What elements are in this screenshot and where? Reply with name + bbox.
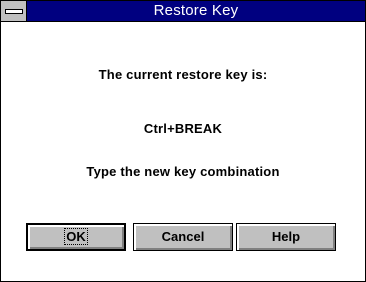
cancel-button-label: Cancel xyxy=(161,229,205,244)
instruction-text: Type the new key combination xyxy=(86,164,280,179)
system-menu-icon xyxy=(5,9,23,14)
current-key-value: Ctrl+BREAK xyxy=(143,121,223,136)
help-button-label: Help xyxy=(271,229,301,244)
restore-key-dialog: Restore Key The current restore key is: … xyxy=(0,0,366,282)
title-bar[interactable]: Restore Key xyxy=(1,1,365,22)
cancel-button[interactable]: Cancel xyxy=(133,223,233,251)
current-key-label: The current restore key is: xyxy=(98,67,268,82)
ok-button[interactable]: OK xyxy=(26,223,126,251)
ok-button-label: OK xyxy=(64,228,88,245)
system-menu-button[interactable] xyxy=(1,1,27,21)
help-button[interactable]: Help xyxy=(236,223,336,251)
window-title: Restore Key xyxy=(153,2,239,19)
